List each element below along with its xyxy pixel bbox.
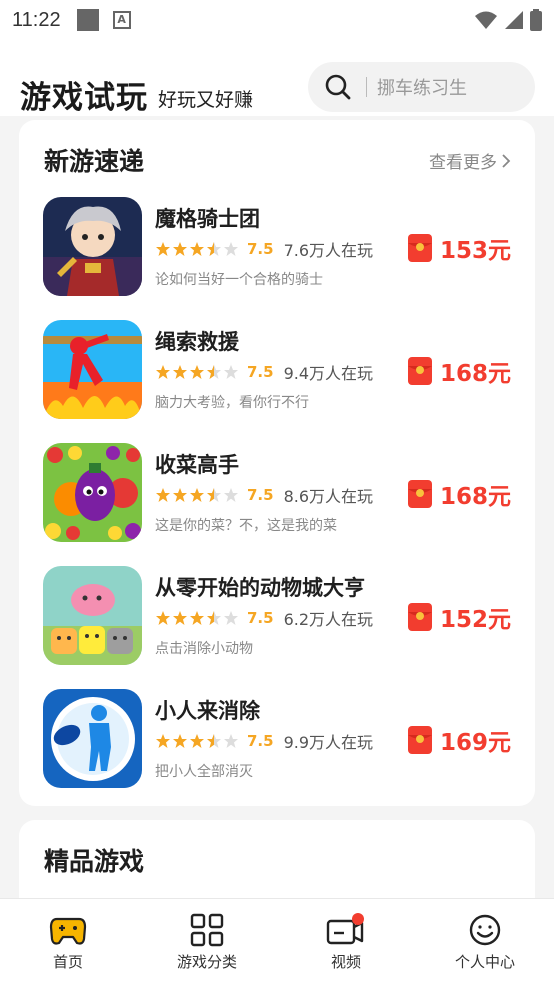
- red-packet-icon: [407, 357, 432, 385]
- nav-video[interactable]: 视频: [291, 913, 401, 972]
- star-rating: [155, 610, 243, 626]
- grid-icon: [190, 913, 224, 947]
- nav-label: 个人中心: [454, 953, 515, 971]
- star-rating: [155, 733, 243, 749]
- game-icon-little-man: [43, 689, 142, 788]
- game-name: 收菜高手: [155, 453, 239, 477]
- page-title: 游戏试玩: [20, 80, 148, 116]
- game-icon-vegetables: [43, 443, 142, 542]
- nav-profile[interactable]: 个人中心: [430, 913, 540, 972]
- reward-amount: 169元: [439, 730, 511, 756]
- page-subtitle: 好玩又好赚: [158, 89, 254, 111]
- rating-score: 7.5: [247, 486, 274, 504]
- rating-score: 7.5: [247, 732, 274, 750]
- nav-label: 游戏分类: [176, 953, 237, 971]
- reward-badge: 168元: [407, 354, 511, 388]
- star-rating: [155, 364, 243, 380]
- bottom-nav: 首页 游戏分类 视频 个人中心: [0, 898, 554, 985]
- player-count: 9.9万人在玩: [283, 733, 374, 752]
- reward-amount: 168元: [439, 361, 511, 387]
- nav-categories[interactable]: 游戏分类: [152, 913, 262, 972]
- notification-icon: [76, 9, 99, 31]
- star-rating: [155, 241, 243, 257]
- game-name: 魔格骑士团: [155, 207, 260, 231]
- chevron-right-icon: [502, 153, 511, 168]
- red-packet-icon: [407, 603, 432, 631]
- game-description: 点击消除小动物: [155, 641, 253, 657]
- video-icon: [326, 913, 364, 945]
- rating-score: 7.5: [247, 609, 274, 627]
- rating-score: 7.5: [247, 363, 274, 381]
- search-input[interactable]: 挪车练习生: [308, 62, 535, 112]
- player-count: 8.6万人在玩: [283, 487, 374, 506]
- battery-icon: [530, 9, 542, 31]
- see-more-label: 查看更多: [429, 153, 497, 173]
- player-count: 7.6万人在玩: [283, 241, 374, 260]
- game-name: 小人来消除: [155, 699, 260, 723]
- player-count: 9.4万人在玩: [283, 364, 374, 383]
- app-notification-icon: A: [112, 11, 131, 29]
- game-description: 这是你的菜？不，这是我的菜: [155, 518, 337, 534]
- signal-icon: [505, 11, 523, 29]
- game-description: 脑力大考验，看你行不行: [155, 395, 309, 411]
- see-more-link[interactable]: 查看更多: [429, 148, 511, 173]
- red-packet-icon: [407, 480, 432, 508]
- status-time: 11:22: [12, 8, 61, 31]
- rating-score: 7.5: [247, 240, 274, 258]
- player-count: 6.2万人在玩: [283, 610, 374, 629]
- search-icon: [325, 74, 351, 100]
- nav-label: 首页: [52, 953, 83, 971]
- star-rating: [155, 487, 243, 503]
- smile-icon: [469, 914, 501, 946]
- search-divider: [366, 77, 367, 97]
- red-packet-icon: [407, 234, 432, 262]
- reward-amount: 152元: [439, 607, 511, 633]
- game-name: 从零开始的动物城大亨: [155, 576, 365, 600]
- wifi-icon: [475, 11, 497, 29]
- header: 游戏试玩 好玩又好赚 挪车练习生: [0, 40, 554, 116]
- nav-label: 视频: [330, 953, 361, 971]
- game-item[interactable]: 从零开始的动物城大亨 7.5 6.2万人在玩 点击消除小动物 152元: [19, 566, 535, 670]
- nav-home[interactable]: 首页: [13, 913, 123, 972]
- section-title: 精品游戏: [44, 847, 145, 876]
- reward-amount: 168元: [439, 484, 511, 510]
- reward-badge: 152元: [407, 600, 511, 634]
- reward-badge: 169元: [407, 723, 511, 757]
- game-description: 论如何当好一个合格的骑士: [155, 272, 323, 288]
- red-packet-icon: [407, 726, 432, 754]
- gamepad-icon: [49, 917, 87, 945]
- status-bar: 11:22 A: [0, 0, 554, 40]
- game-description: 把小人全部消灭: [155, 764, 253, 780]
- game-icon-knight: [43, 197, 142, 296]
- section-title: 新游速递: [44, 147, 145, 176]
- reward-badge: 153元: [407, 231, 511, 265]
- reward-amount: 153元: [439, 238, 511, 264]
- reward-badge: 168元: [407, 477, 511, 511]
- game-item[interactable]: 收菜高手 7.5 8.6万人在玩 这是你的菜？不，这是我的菜 168元: [19, 443, 535, 547]
- search-placeholder: 挪车练习生: [377, 78, 467, 99]
- game-name: 绳索救援: [155, 330, 239, 354]
- game-icon-animal-city: [43, 566, 142, 665]
- game-icon-rope: [43, 320, 142, 419]
- game-item[interactable]: 绳索救援 7.5 9.4万人在玩 脑力大考验，看你行不行 168元: [19, 320, 535, 424]
- game-item[interactable]: 小人来消除 7.5 9.9万人在玩 把小人全部消灭 169元: [19, 689, 535, 793]
- new-games-section: 新游速递 查看更多 魔格骑士团 7.5 7.6万人在玩 论如何当好一个合格的骑士…: [19, 120, 535, 806]
- game-item[interactable]: 魔格骑士团 7.5 7.6万人在玩 论如何当好一个合格的骑士 153元: [19, 197, 535, 301]
